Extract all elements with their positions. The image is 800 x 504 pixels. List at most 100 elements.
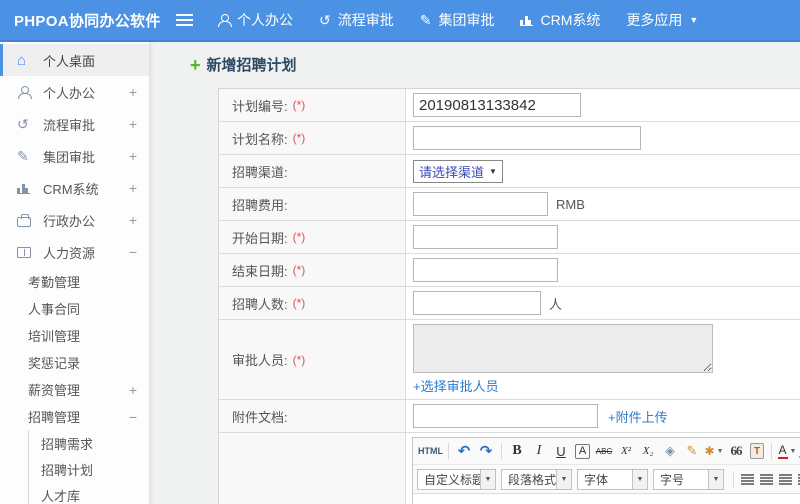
required-mark: (*) [292,352,306,367]
sidebar-item-hr[interactable]: 人力资源 − [0,236,149,268]
sidebar-item-label: 人力资源 [43,245,96,261]
topnav-personal-office[interactable]: 个人办公 [217,10,293,30]
expand-plus-icon[interactable]: + [129,212,137,228]
superscript-icon[interactable]: X² [616,441,636,461]
expand-plus-icon[interactable]: + [129,84,137,100]
form-row-channel: 招聘渠道: 请选择渠道 ▼ [219,155,800,188]
attachment-input[interactable] [413,404,598,428]
required-mark: (*) [292,263,306,277]
sidebar-item-hr-contract[interactable]: 人事合同 [0,295,149,322]
topnav-crm[interactable]: CRM系统 [520,10,600,30]
sidebar-item-group-approval[interactable]: ✎ 集团审批 + [0,140,149,172]
field-label: 附件文档: [219,400,406,432]
form-row-content-editor: HTML ↶ ↷ B I U A ABC X² X₂ ◈ ✎ ✱ ▼ 66 T … [219,433,800,504]
form-row-end-date: 结束日期: (*) [219,254,800,287]
topnav-more-apps[interactable]: 更多应用 ▼ [626,10,698,30]
approvers-textarea[interactable] [413,324,713,373]
home-icon: ⌂ [17,51,27,69]
expand-plus-icon[interactable]: + [129,148,137,164]
end-date-input[interactable] [413,258,558,282]
expand-plus-icon[interactable]: + [129,116,137,132]
sidebar-item-desktop[interactable]: ⌂ 个人桌面 [0,44,149,76]
collapse-minus-icon[interactable]: − [129,409,137,425]
field-label: 计划名称: (*) [219,122,406,154]
sidebar-item-label: 个人办公 [43,85,96,101]
autotypeset-icon[interactable]: ✱ ▼ [704,441,724,461]
menu-toggle-button[interactable] [176,14,193,26]
plus-icon: + [190,54,201,75]
end-date-label: 结束日期: [232,263,288,279]
expand-plus-icon[interactable]: + [129,382,137,398]
topnav-workflow-approval[interactable]: ↺ 流程审批 [319,10,394,30]
page-title: 新增招聘计划 [206,57,297,74]
headcount-input[interactable] [413,291,541,315]
field-label: 招聘费用: [219,188,406,220]
person-icon [17,85,35,99]
paragraph-format-value: 段落格式 [508,472,557,487]
cost-input[interactable] [413,192,548,216]
strikethrough-icon[interactable]: ABC [594,441,614,461]
font-family-select[interactable]: 字体 ▼ [577,468,648,490]
sidebar-item-crm[interactable]: CRM系统 + [0,172,149,204]
align-center-icon[interactable] [760,473,773,485]
expand-plus-icon[interactable]: + [129,180,137,196]
undo-icon[interactable]: ↶ [454,441,474,461]
paragraph-format-select[interactable]: 段落格式 ▼ [501,468,572,490]
sidebar-item-label: 招聘管理 [28,410,81,425]
flow-icon: ↺ [17,116,29,132]
topnav-group-approval[interactable]: ✎ 集团审批 [420,10,495,30]
format-brush-icon[interactable]: ✎ [682,441,702,461]
sidebar-item-attendance[interactable]: 考勤管理 [0,268,149,295]
sidebar-hr-submenu: 考勤管理 人事合同 培训管理 奖惩记录 薪资管理 + 招聘管理 − 招聘需求 招… [0,268,149,504]
paste-text-icon[interactable]: T [750,443,764,459]
start-date-input[interactable] [413,225,558,249]
sidebar-item-recruit-plan[interactable]: 招聘计划 [29,456,149,482]
font-size-select[interactable]: 字号 ▼ [653,468,724,490]
toolbar-separator [501,443,502,459]
sidebar-item-training[interactable]: 培训管理 [0,322,149,349]
sidebar-item-label: 人事合同 [28,302,81,317]
sidebar-item-reward-punishment[interactable]: 奖惩记录 [0,349,149,376]
underline-icon[interactable]: U [551,441,571,461]
cost-unit: RMB [556,196,585,212]
eraser-icon[interactable]: ◈ [660,441,680,461]
font-color-glyph: A [777,443,788,459]
sidebar-item-admin-office[interactable]: 行政办公 + [0,204,149,236]
plan-no-input[interactable] [413,93,581,117]
channel-select[interactable]: 请选择渠道 ▼ [413,159,503,183]
sidebar-item-label: 招聘需求 [41,436,94,452]
attachment-upload-link[interactable]: +附件上传 [608,407,668,426]
sidebar-item-label: 集团审批 [43,149,96,165]
redo-icon[interactable]: ↷ [476,441,496,461]
topnav-label: 更多应用 [626,12,683,28]
sidebar-item-salary[interactable]: 薪资管理 + [0,376,149,403]
bold-icon[interactable]: B [507,441,527,461]
html-source-button[interactable]: HTML [418,441,443,461]
topnav-label: 流程审批 [337,12,394,28]
bordered-font-icon[interactable]: A [575,443,590,459]
sidebar-item-workflow-approval[interactable]: ↺ 流程审批 + [0,108,149,140]
subscript-icon[interactable]: X₂ [638,441,658,461]
collapse-minus-icon[interactable]: − [129,244,137,260]
blockquote-icon[interactable]: 66 [726,441,746,461]
plan-name-input[interactable] [413,126,641,150]
sidebar-item-recruit-mgmt[interactable]: 招聘管理 − [0,403,149,430]
sidebar-item-talent-pool[interactable]: 人才库 [29,482,149,504]
custom-title-select[interactable]: 自定义标题 ▼ [417,468,496,490]
flow-icon: ↺ [319,12,331,28]
font-color-icon[interactable]: A ▼ [777,441,797,461]
sidebar-item-personal-office[interactable]: 个人办公 + [0,76,149,108]
field-label: 结束日期: (*) [219,254,406,286]
editor-content-area[interactable] [413,494,800,504]
caret-down-icon: ▼ [708,469,723,489]
main-content: + 新增招聘计划 计划编号: (*) 计划名称: (*) 招聘渠道: [150,42,800,504]
italic-icon[interactable]: I [529,441,549,461]
field-value [406,221,800,253]
caret-down-icon: ▼ [789,447,797,455]
align-left-icon[interactable] [741,473,754,485]
field-label: 开始日期: (*) [219,221,406,253]
required-mark: (*) [292,296,306,310]
align-right-icon[interactable] [779,473,792,485]
sidebar-item-recruit-demand[interactable]: 招聘需求 [29,430,149,456]
choose-approvers-link[interactable]: +选择审批人员 [413,376,499,395]
